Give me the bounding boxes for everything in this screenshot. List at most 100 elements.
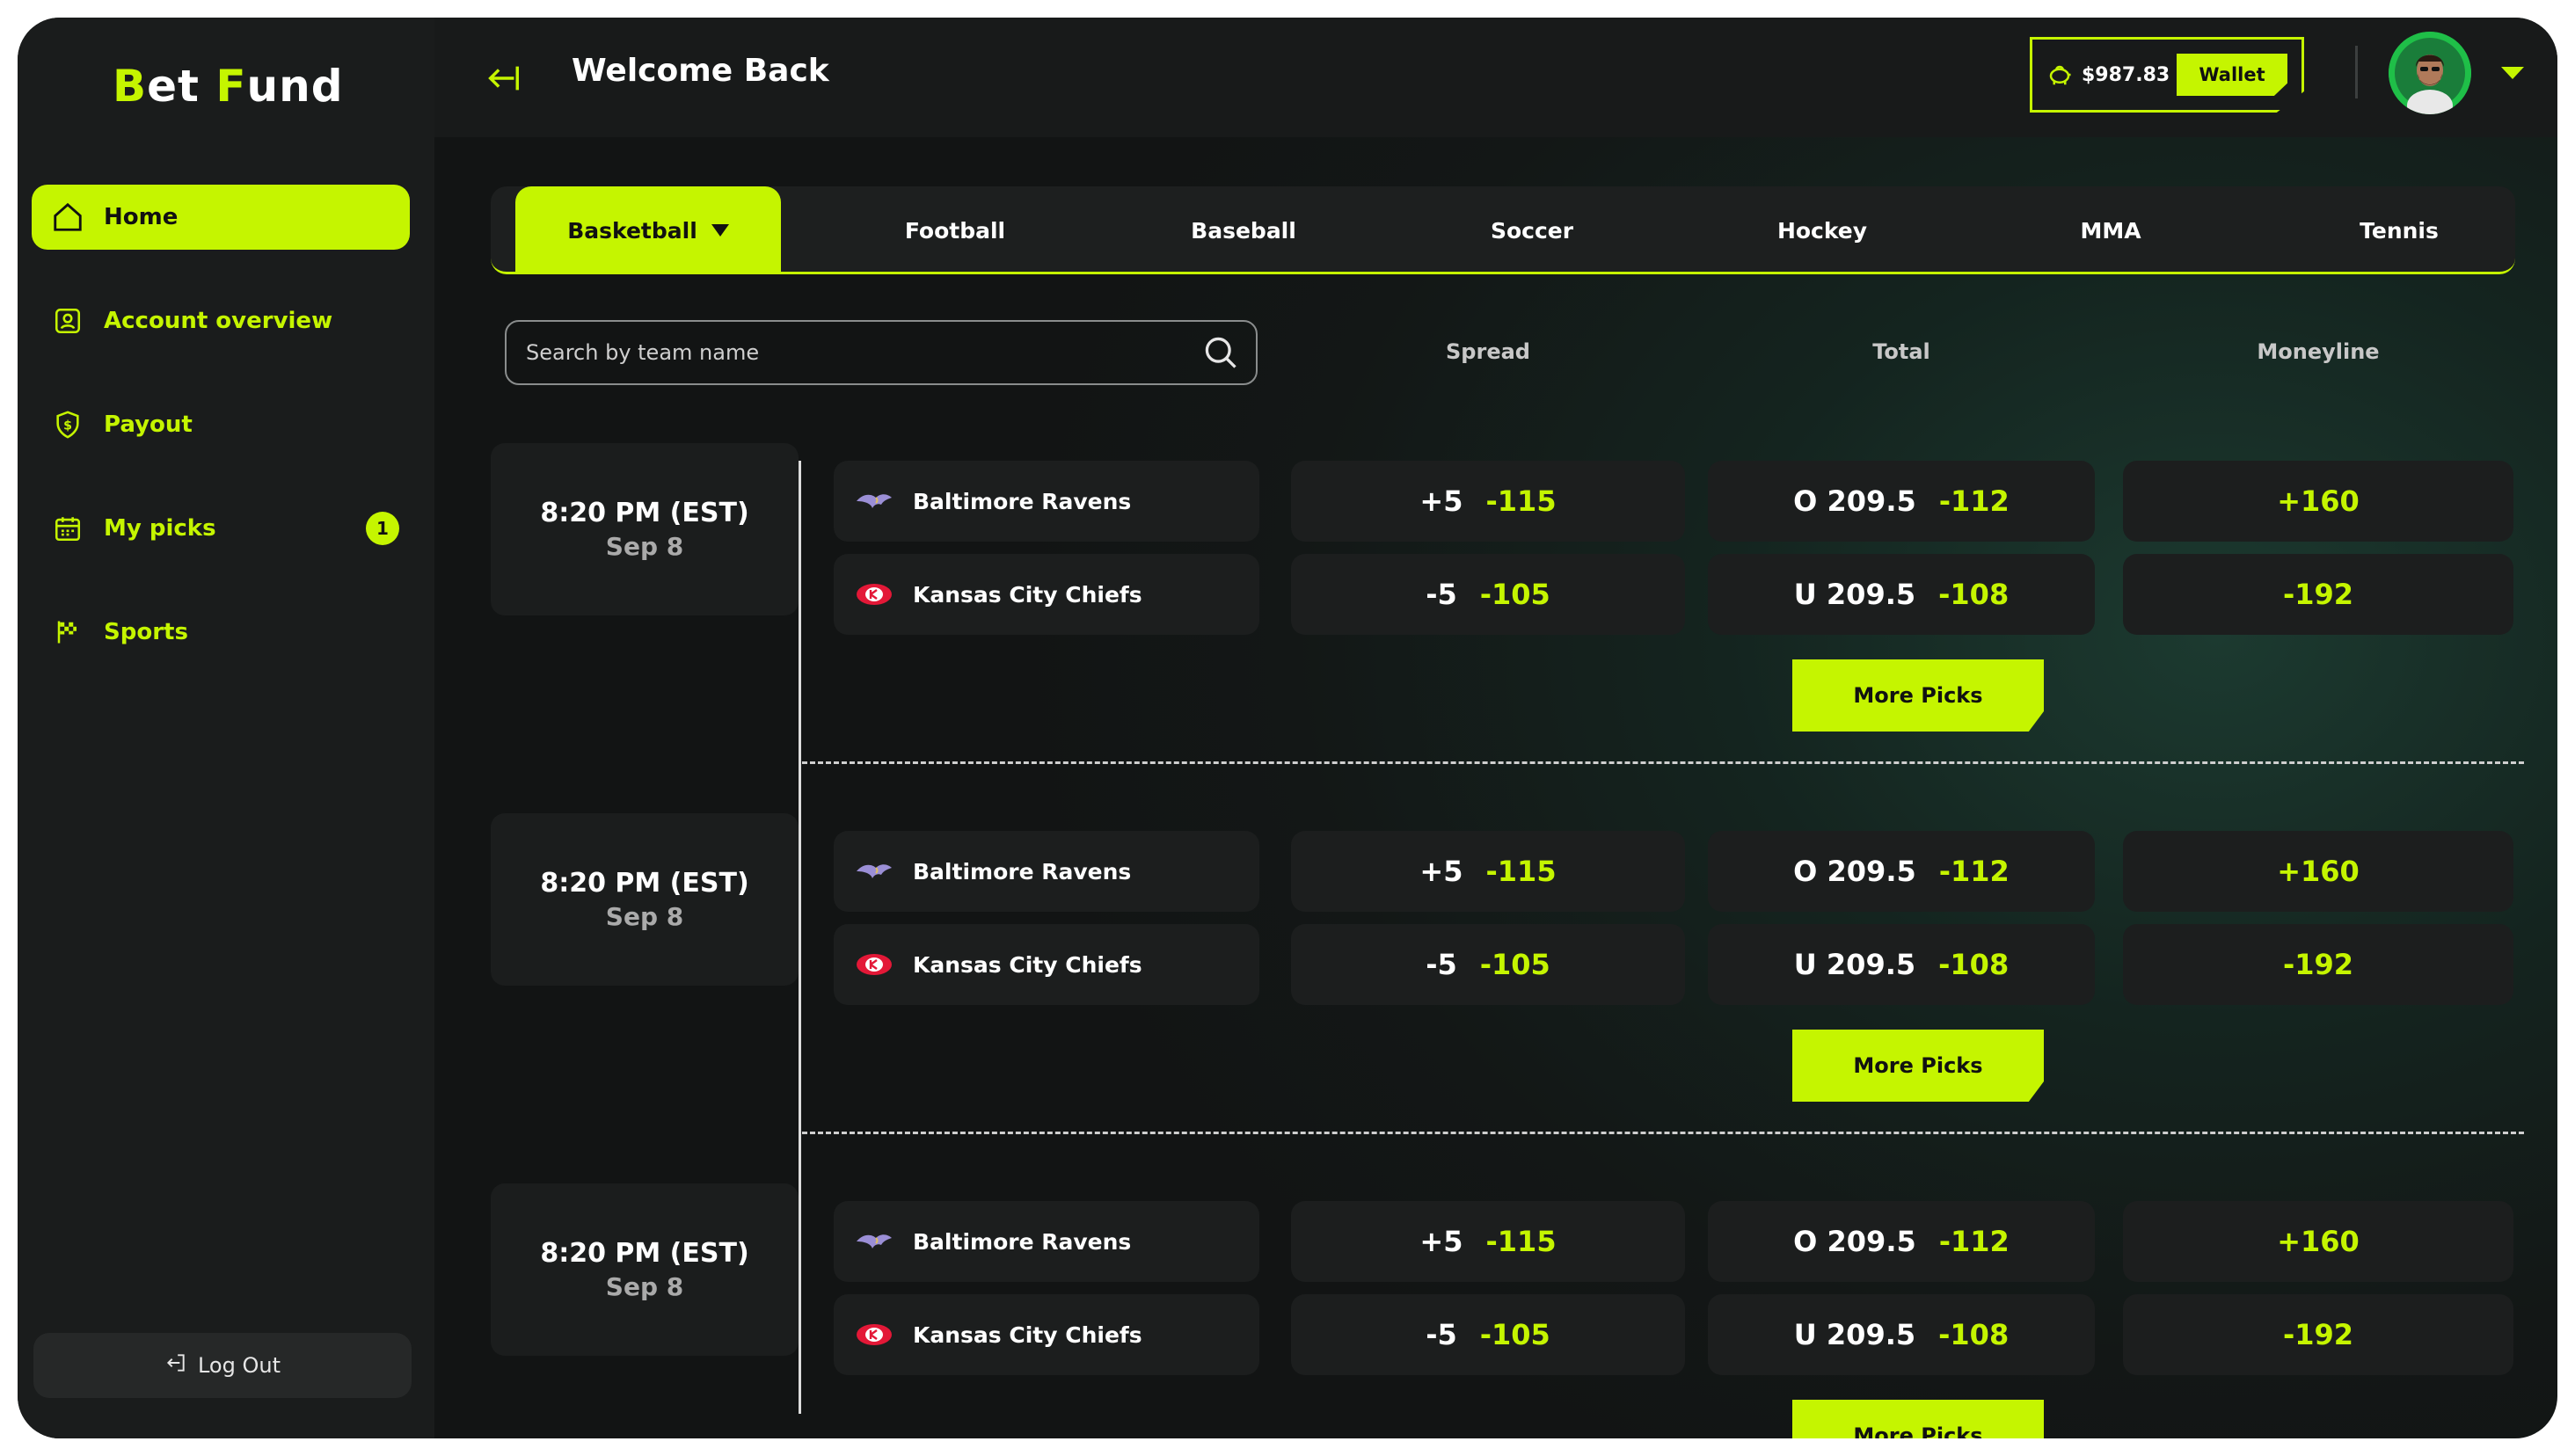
moneyline-odds: +160 bbox=[2277, 1225, 2360, 1258]
total-pick[interactable]: U 209.5 -108 bbox=[1708, 554, 2095, 635]
total-line: O 209.5 bbox=[1793, 1225, 1916, 1258]
game-date: Sep 8 bbox=[605, 902, 684, 931]
tab-mma[interactable]: MMA bbox=[1988, 186, 2234, 274]
spread-pick[interactable]: -5 -105 bbox=[1291, 924, 1685, 1005]
piggy-bank-icon bbox=[2046, 62, 2073, 88]
spread-odds: -115 bbox=[1485, 1225, 1557, 1258]
chiefs-logo-icon bbox=[853, 950, 895, 979]
logout-label: Log Out bbox=[197, 1353, 281, 1378]
tab-football[interactable]: Football bbox=[832, 186, 1078, 274]
tab-label: Soccer bbox=[1490, 217, 1574, 244]
home-icon bbox=[51, 200, 84, 234]
team-row[interactable]: Kansas City Chiefs bbox=[834, 554, 1259, 635]
team-row[interactable]: Baltimore Ravens bbox=[834, 1201, 1259, 1282]
sidebar-item-payout[interactable]: $ Payout bbox=[32, 392, 410, 457]
moneyline-odds: -192 bbox=[2282, 948, 2354, 981]
total-odds: -112 bbox=[1938, 484, 2010, 518]
svg-text:$: $ bbox=[63, 419, 72, 433]
account-icon bbox=[51, 304, 84, 338]
game-time: 8:20 PM (EST) bbox=[540, 498, 749, 528]
total-pick[interactable]: O 209.5 -112 bbox=[1708, 1201, 2095, 1282]
sidebar-item-sports[interactable]: Sports bbox=[32, 600, 410, 665]
tab-tennis[interactable]: Tennis bbox=[2276, 186, 2522, 274]
tab-baseball[interactable]: Baseball bbox=[1120, 186, 1367, 274]
vertical-divider bbox=[799, 461, 801, 1414]
more-picks-button[interactable]: More Picks bbox=[1792, 1400, 2044, 1438]
ravens-logo-icon bbox=[853, 486, 895, 516]
team-name: Baltimore Ravens bbox=[913, 488, 1132, 514]
sidebar-item-label: Home bbox=[104, 204, 179, 230]
moneyline-pick[interactable]: +160 bbox=[2123, 831, 2513, 912]
total-pick[interactable]: O 209.5 -112 bbox=[1708, 461, 2095, 542]
chiefs-logo-icon bbox=[853, 579, 895, 609]
tab-label: Basketball bbox=[567, 217, 697, 244]
moneyline-pick[interactable]: -192 bbox=[2123, 1294, 2513, 1375]
total-pick[interactable]: O 209.5 -112 bbox=[1708, 831, 2095, 912]
wallet-button[interactable]: Wallet bbox=[2177, 54, 2287, 96]
tab-label: Baseball bbox=[1191, 217, 1296, 244]
wallet-balance: $987.83 bbox=[2082, 63, 2170, 86]
top-header: Welcome Back $987.83 Wallet bbox=[434, 18, 2557, 137]
total-odds: -108 bbox=[1938, 578, 2010, 611]
total-pick[interactable]: U 209.5 -108 bbox=[1708, 1294, 2095, 1375]
ravens-logo-icon bbox=[853, 856, 895, 886]
column-header-moneyline: Moneyline bbox=[2257, 339, 2380, 364]
sidebar-item-label: My picks bbox=[104, 515, 216, 542]
team-row[interactable]: Baltimore Ravens bbox=[834, 831, 1259, 912]
sidebar-item-home[interactable]: Home bbox=[32, 185, 410, 250]
chevron-down-icon[interactable] bbox=[2499, 63, 2526, 83]
collapse-sidebar-icon[interactable] bbox=[482, 58, 522, 98]
game-time: 8:20 PM (EST) bbox=[540, 868, 749, 899]
ravens-logo-icon bbox=[853, 1227, 895, 1256]
picks-count-badge: 1 bbox=[366, 512, 399, 545]
game-time-box: 8:20 PM (EST) Sep 8 bbox=[491, 1183, 799, 1356]
team-name: Kansas City Chiefs bbox=[913, 1321, 1142, 1348]
sidebar-item-account-overview[interactable]: Account overview bbox=[32, 288, 410, 353]
sidebar-item-label: Payout bbox=[104, 411, 193, 438]
spread-line: +5 bbox=[1419, 855, 1463, 888]
moneyline-pick[interactable]: -192 bbox=[2123, 554, 2513, 635]
spread-pick[interactable]: -5 -105 bbox=[1291, 554, 1685, 635]
betfund-logo[interactable]: Bet Fund bbox=[113, 60, 344, 113]
team-row[interactable]: Kansas City Chiefs bbox=[834, 924, 1259, 1005]
spread-pick[interactable]: +5 -115 bbox=[1291, 1201, 1685, 1282]
game-date: Sep 8 bbox=[605, 532, 684, 561]
team-row[interactable]: Kansas City Chiefs bbox=[834, 1294, 1259, 1375]
logo-text-und: und bbox=[246, 61, 344, 112]
moneyline-odds: -192 bbox=[2282, 1318, 2354, 1351]
page-title: Welcome Back bbox=[572, 53, 829, 89]
more-picks-button[interactable]: More Picks bbox=[1792, 1030, 2044, 1102]
avatar[interactable] bbox=[2389, 32, 2471, 114]
moneyline-odds: +160 bbox=[2277, 855, 2360, 888]
search-input[interactable] bbox=[507, 322, 1201, 383]
game-divider bbox=[802, 1132, 2524, 1134]
spread-pick[interactable]: +5 -115 bbox=[1291, 461, 1685, 542]
moneyline-pick[interactable]: +160 bbox=[2123, 461, 2513, 542]
logout-button[interactable]: Log Out bbox=[33, 1333, 412, 1398]
spread-odds: -105 bbox=[1479, 578, 1550, 611]
tab-basketball[interactable]: Basketball bbox=[515, 186, 781, 274]
more-picks-button[interactable]: More Picks bbox=[1792, 659, 2044, 732]
sidebar-item-label: Sports bbox=[104, 619, 188, 645]
spread-line: -5 bbox=[1426, 948, 1457, 981]
tab-label: Tennis bbox=[2360, 217, 2439, 244]
tab-soccer[interactable]: Soccer bbox=[1409, 186, 1655, 274]
total-line: O 209.5 bbox=[1793, 855, 1916, 888]
search-icon[interactable] bbox=[1201, 333, 1240, 372]
spread-pick[interactable]: -5 -105 bbox=[1291, 1294, 1685, 1375]
game-time-box: 8:20 PM (EST) Sep 8 bbox=[491, 443, 799, 615]
tab-hockey[interactable]: Hockey bbox=[1699, 186, 1945, 274]
total-line: O 209.5 bbox=[1793, 484, 1916, 518]
calendar-icon bbox=[51, 512, 84, 545]
sidebar-item-my-picks[interactable]: My picks 1 bbox=[32, 496, 410, 561]
moneyline-pick[interactable]: -192 bbox=[2123, 924, 2513, 1005]
team-row[interactable]: Baltimore Ravens bbox=[834, 461, 1259, 542]
game-time: 8:20 PM (EST) bbox=[540, 1238, 749, 1269]
wallet-widget[interactable]: $987.83 Wallet bbox=[2030, 37, 2304, 113]
moneyline-pick[interactable]: +160 bbox=[2123, 1201, 2513, 1282]
spread-line: -5 bbox=[1426, 1318, 1457, 1351]
total-pick[interactable]: U 209.5 -108 bbox=[1708, 924, 2095, 1005]
tab-label: MMA bbox=[2080, 217, 2141, 244]
spread-pick[interactable]: +5 -115 bbox=[1291, 831, 1685, 912]
app-window: Bet Fund Home Account overview $ Payout … bbox=[18, 18, 2557, 1438]
